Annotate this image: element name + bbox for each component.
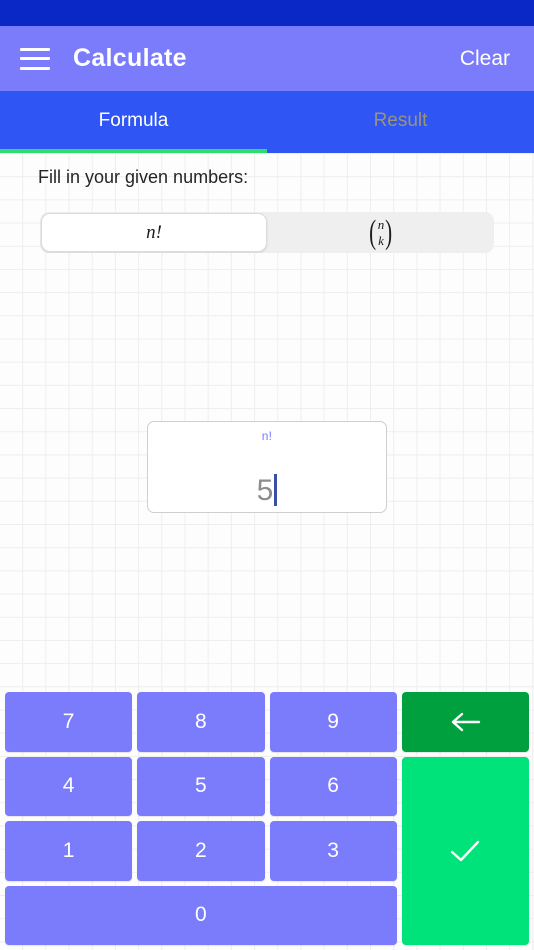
key-1[interactable]: 1 <box>5 821 133 881</box>
key-4[interactable]: 4 <box>5 756 133 816</box>
backspace-button[interactable] <box>401 692 529 752</box>
key-0[interactable]: 0 <box>5 885 397 945</box>
status-bar <box>0 0 534 26</box>
prompt-label: Fill in your given numbers: <box>38 167 249 187</box>
key-5[interactable]: 5 <box>137 756 265 816</box>
key-7[interactable]: 7 <box>5 692 133 752</box>
formula-selector: n! ( n k ) <box>40 212 494 253</box>
binomial-coefficient-icon: ( n k ) <box>367 213 394 251</box>
hamburger-line <box>20 57 50 60</box>
formula-option-factorial[interactable]: n! <box>41 213 267 252</box>
input-card-value: 5 <box>256 474 274 507</box>
binomial-k: k <box>378 232 384 248</box>
tab-result[interactable]: Result <box>267 91 534 153</box>
hamburger-line <box>20 47 50 51</box>
key-6[interactable]: 6 <box>269 756 397 816</box>
hamburger-menu-icon[interactable] <box>20 47 50 70</box>
key-9[interactable]: 9 <box>269 692 397 752</box>
text-cursor <box>274 474 278 506</box>
main-content: Fill in your given numbers: n! ( n k ) n… <box>0 153 534 950</box>
input-card-value-row: 5 <box>257 443 278 512</box>
binomial-n: n <box>377 216 385 232</box>
arrow-left-icon <box>452 712 481 731</box>
formula-option-factorial-label: n! <box>146 221 162 243</box>
value-input-card[interactable]: n! 5 <box>147 421 387 513</box>
hamburger-line <box>20 66 50 70</box>
binomial-right-paren: ) <box>385 213 393 251</box>
clear-button[interactable]: Clear <box>456 41 514 77</box>
page-title: Calculate <box>73 44 187 72</box>
calculator-app-screen: Calculate Clear Formula Result Fill in y… <box>0 0 534 950</box>
tab-formula-label: Formula <box>98 109 169 131</box>
numeric-keypad: 7 8 9 4 5 6 1 2 3 0 <box>0 688 534 950</box>
key-2[interactable]: 2 <box>137 821 265 881</box>
input-card-label: n! <box>261 429 273 443</box>
binomial-left-paren: ( <box>369 213 377 251</box>
confirm-button[interactable] <box>401 756 529 945</box>
tab-formula[interactable]: Formula <box>0 91 267 153</box>
key-8[interactable]: 8 <box>137 692 265 752</box>
app-bar: Calculate Clear <box>0 26 534 91</box>
tab-result-label: Result <box>373 109 428 131</box>
formula-option-binomial[interactable]: ( n k ) <box>268 212 494 253</box>
binomial-stack: n k <box>378 217 385 249</box>
tab-bar: Formula Result <box>0 91 534 153</box>
check-icon <box>451 840 480 861</box>
key-3[interactable]: 3 <box>269 821 397 881</box>
